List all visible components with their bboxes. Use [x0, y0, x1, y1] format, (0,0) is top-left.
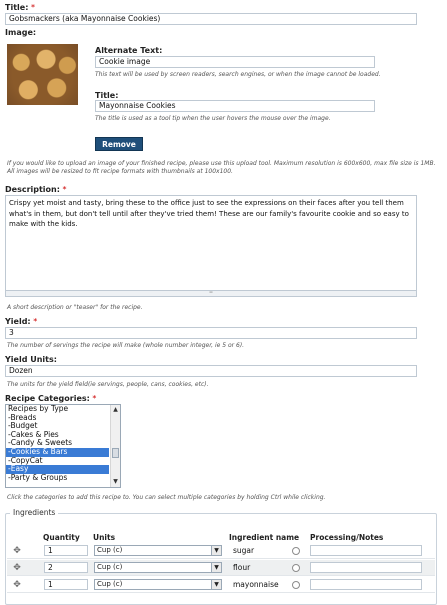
- scroll-up-icon[interactable]: ▲: [111, 405, 120, 415]
- resize-grip[interactable]: ═: [5, 291, 417, 297]
- title-input[interactable]: Gobsmackers (aka Mayonnaise Cookies): [5, 13, 417, 25]
- quantity-input[interactable]: 2: [44, 562, 88, 573]
- image-title-label: Title:: [95, 91, 119, 100]
- yield-help: The number of servings the recipe will m…: [7, 342, 245, 349]
- unit-select[interactable]: Cup (c) ▼: [94, 579, 222, 590]
- ingredient-name-input[interactable]: mayonnaise: [229, 579, 289, 590]
- yield-units-input[interactable]: Dozen: [5, 365, 417, 377]
- scroll-thumb[interactable]: [112, 448, 119, 458]
- quantity-input[interactable]: 1: [44, 545, 88, 556]
- unit-select[interactable]: Cup (c) ▼: [94, 545, 222, 556]
- drag-handle-icon[interactable]: ✥: [12, 563, 22, 573]
- image-title-help: The title is used as a tool tip when the…: [95, 115, 331, 122]
- yield-input[interactable]: 3: [5, 327, 417, 339]
- description-help: A short description or "teaser" for the …: [7, 304, 143, 311]
- unit-select-value: Cup (c): [97, 546, 123, 554]
- ingredient-radio[interactable]: [292, 547, 300, 555]
- yield-units-help: The units for the yield field(ie serving…: [7, 381, 209, 388]
- ingredient-name-header: Ingredient name: [229, 533, 300, 542]
- ingredients-legend: Ingredients: [10, 508, 59, 517]
- quantity-header: Quantity: [43, 533, 80, 542]
- yield-label: Yield: *: [5, 317, 38, 326]
- title-label: Title: *: [5, 3, 35, 12]
- alt-text-input[interactable]: Cookie image: [95, 56, 375, 68]
- ingredient-row: ✥ 1 Cup (c) ▼ sugar: [7, 543, 435, 559]
- yield-units-label: Yield Units:: [5, 355, 57, 364]
- ingredient-row: ✥ 2 Cup (c) ▼ flour: [7, 560, 435, 576]
- chevron-down-icon[interactable]: ▼: [211, 563, 221, 572]
- alt-text-help: This text will be used by screen readers…: [95, 71, 381, 78]
- ingredient-radio[interactable]: [292, 581, 300, 589]
- chevron-down-icon[interactable]: ▼: [211, 580, 221, 589]
- quantity-input[interactable]: 1: [44, 579, 88, 590]
- description-textarea[interactable]: Crispy yet moist and tasty, bring these …: [5, 195, 417, 291]
- notes-input[interactable]: [310, 562, 422, 573]
- notes-input[interactable]: [310, 545, 422, 556]
- listbox-scrollbar[interactable]: ▲ ▼: [110, 405, 120, 487]
- image-title-input[interactable]: Mayonnaise Cookies: [95, 100, 375, 112]
- categories-help: Click the categories to add this recipe …: [7, 494, 326, 501]
- unit-select-value: Cup (c): [97, 580, 123, 588]
- units-header: Units: [93, 533, 116, 542]
- ingredient-name-input[interactable]: flour: [229, 562, 289, 573]
- description-label: Description: *: [5, 185, 67, 194]
- upload-help: If you would like to upload an image of …: [7, 160, 436, 175]
- chevron-down-icon[interactable]: ▼: [211, 546, 221, 555]
- unit-select-value: Cup (c): [97, 563, 123, 571]
- ingredient-name-input[interactable]: sugar: [229, 545, 289, 556]
- remove-image-button[interactable]: Remove: [95, 137, 143, 151]
- drag-handle-icon[interactable]: ✥: [12, 580, 22, 590]
- notes-input[interactable]: [310, 579, 422, 590]
- drag-handle-icon[interactable]: ✥: [12, 546, 22, 556]
- alt-text-label: Alternate Text:: [95, 46, 163, 55]
- categories-label: Recipe Categories: *: [5, 394, 97, 403]
- cookie-image: [7, 44, 78, 105]
- category-option[interactable]: -Party & Groups: [6, 473, 109, 483]
- image-label: Image:: [5, 28, 37, 37]
- scroll-down-icon[interactable]: ▼: [111, 477, 120, 487]
- ingredient-radio[interactable]: [292, 564, 300, 572]
- categories-listbox[interactable]: Recipes by Type -Breads -Budget -Cakes & Pi…: [5, 404, 121, 488]
- ingredient-row: ✥ 1 Cup (c) ▼ mayonnaise: [7, 577, 435, 593]
- unit-select[interactable]: Cup (c) ▼: [94, 562, 222, 573]
- notes-header: Processing/Notes: [310, 533, 384, 542]
